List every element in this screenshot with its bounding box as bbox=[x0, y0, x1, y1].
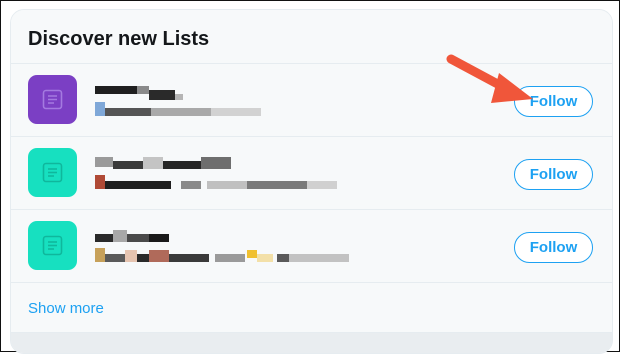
red-arrow-icon bbox=[446, 54, 533, 103]
list-icon bbox=[42, 89, 63, 110]
list-icon bbox=[42, 235, 63, 256]
follow-button[interactable]: Follow bbox=[514, 159, 593, 190]
panel-bottom-strip bbox=[11, 333, 612, 353]
list-avatar[interactable] bbox=[28, 221, 77, 270]
list-icon bbox=[42, 162, 63, 183]
list-avatar[interactable] bbox=[28, 75, 77, 124]
list-item[interactable]: Follow bbox=[11, 137, 612, 210]
list-avatar[interactable] bbox=[28, 148, 77, 197]
screenshot-frame: Discover new Lists Follow Follow Follow … bbox=[0, 0, 620, 354]
show-more-link[interactable]: Show more bbox=[28, 300, 104, 317]
panel-title: Discover new Lists bbox=[28, 28, 210, 50]
panel-footer: Show more bbox=[11, 283, 612, 333]
follow-button[interactable]: Follow bbox=[514, 232, 593, 263]
list-item[interactable]: Follow bbox=[11, 210, 612, 283]
